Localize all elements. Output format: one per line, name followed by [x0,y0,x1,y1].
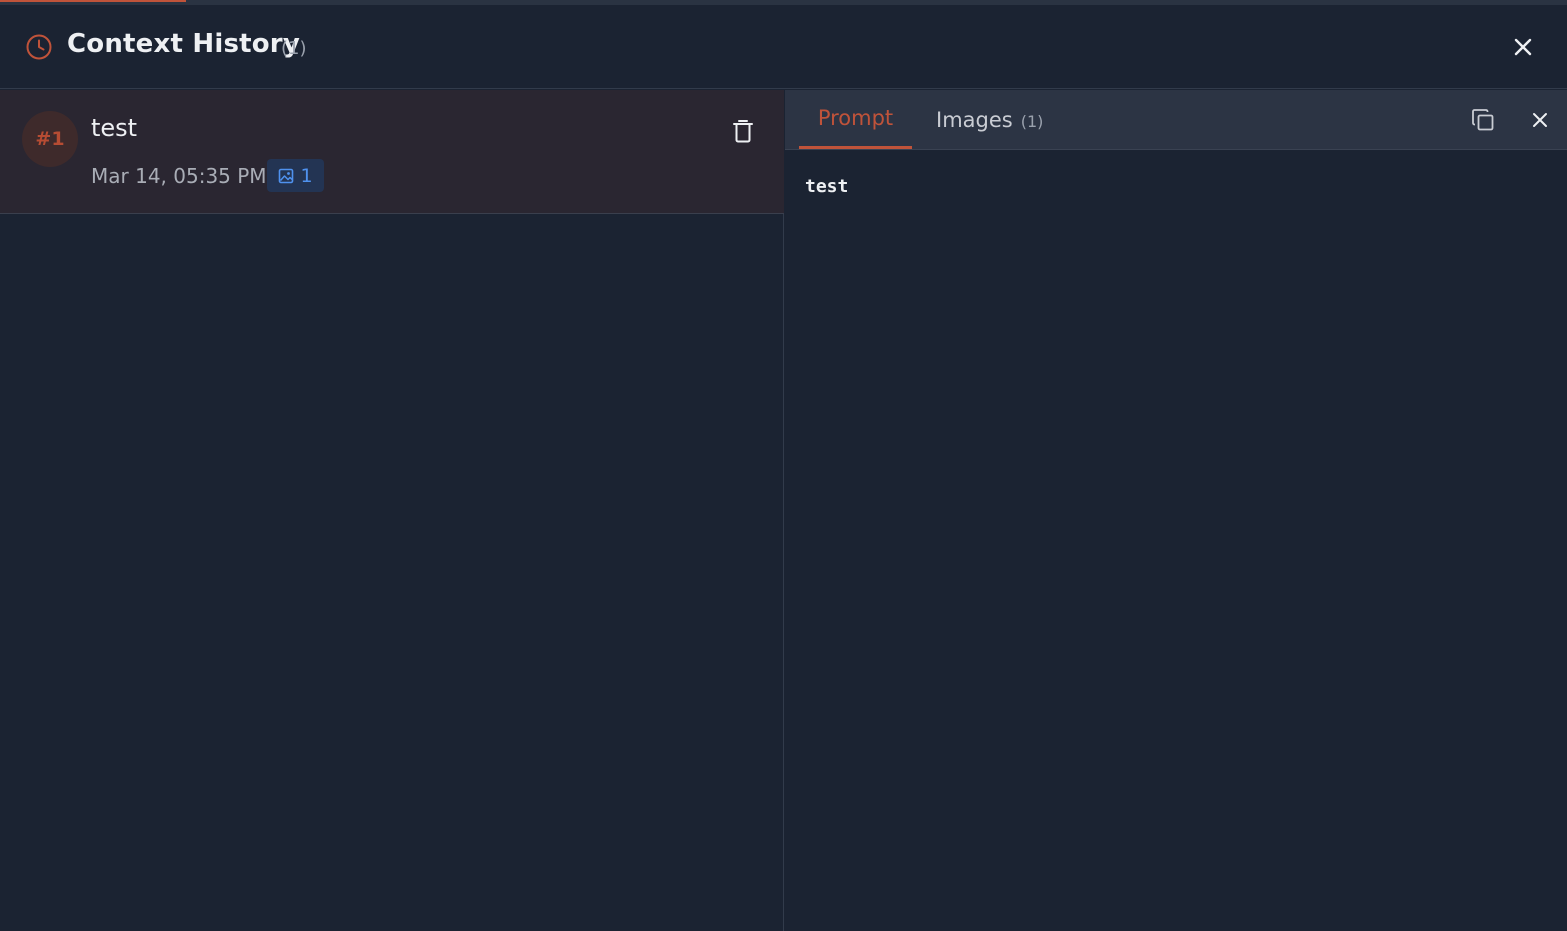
tab-images-count: (1) [1020,111,1044,131]
tab-prompt[interactable]: Prompt [799,90,912,149]
tab-prompt-label: Prompt [817,106,894,130]
context-history-panel: Context History (1) #1 test Mar 14, 05:3… [0,0,1567,931]
image-count: 1 [300,164,313,187]
history-entry[interactable]: #1 test Mar 14, 05:35 PM 1 [0,90,784,214]
entry-index-avatar: #1 [22,111,78,167]
copy-icon[interactable] [1470,107,1496,133]
prompt-content: test [805,176,849,197]
close-icon[interactable] [1530,110,1550,130]
history-list: #1 test Mar 14, 05:35 PM 1 [0,90,784,931]
image-icon [279,168,294,183]
tab-images-label: Images [936,107,1013,132]
close-icon[interactable] [1510,34,1536,60]
history-count: (1) [281,38,307,59]
trash-icon[interactable] [731,118,755,144]
clock-icon [26,34,52,60]
tab-images[interactable]: Images (1) [936,90,1043,149]
panel-header: Context History (1) [0,5,1567,89]
entry-name: test [91,114,138,142]
loading-progress-bar [0,0,186,2]
detail-tabbar: Prompt Images (1) [785,90,1567,150]
detail-pane: Prompt Images (1) test [785,90,1567,931]
image-count-badge: 1 [267,159,324,192]
panel-title: Context History [67,29,300,59]
entry-timestamp: Mar 14, 05:35 PM [91,164,267,188]
